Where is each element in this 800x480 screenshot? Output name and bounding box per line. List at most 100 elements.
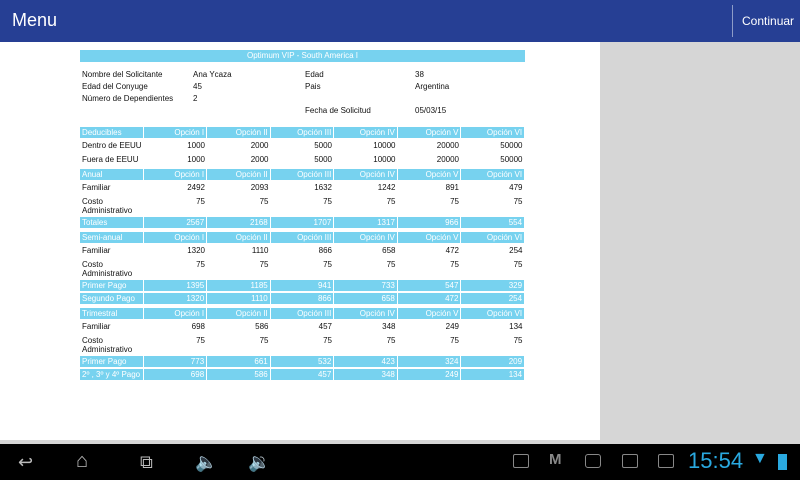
section-title: Deducibles [80,127,143,138]
continue-button[interactable]: Continuar [742,14,794,28]
cell-value: 75 [196,260,205,269]
total-row: Primer Pago 1395 1185 941 733 547 329 [80,280,525,292]
cell-value: 891 [445,183,459,192]
table-row: Dentro de EEUU 1000 2000 5000 10000 20000 5000… [80,140,525,152]
total-value: 532 [270,356,334,367]
volume-down-icon[interactable]: 🔈 [195,452,217,473]
cell-value: 5000 [314,141,332,150]
cell-value: 75 [259,260,269,269]
section-title: Trimestral [80,308,143,319]
column-header: Opción III [270,232,334,243]
cell-value: 50000 [500,141,523,150]
section-title: Anual [80,169,143,180]
app-title: Menu [12,10,58,30]
table-section: Semi-anual Opción I Opción II Opción III Opc… [80,232,525,305]
cell-value: 75 [513,260,523,269]
volume-up-icon[interactable]: 🔉 [248,452,270,473]
cell-value: 75 [323,197,332,206]
app-bar: Menu Continuar [0,0,800,42]
cell-value: 20000 [436,155,459,164]
cell-value: 586 [255,322,269,331]
column-header: Opción III [270,127,334,138]
table-header-row: Semi-anual Opción I Opción II Opción III Opc… [80,232,525,244]
row-label: Familiar [82,322,111,331]
total-value: 733 [334,280,397,291]
row-label: Dentro de EEUU [82,141,142,150]
gmail-icon[interactable]: M [549,451,562,468]
column-header: Opción V [397,169,461,180]
column-header: Opción III [270,308,334,319]
total-value: 329 [461,280,525,291]
briefcase-check-icon[interactable] [622,454,638,468]
total-label: 2º , 3º y 4º Pago [80,369,143,380]
total-label: Segundo Pago [80,293,143,304]
cell-value: 10000 [373,155,396,164]
home-icon[interactable]: ⌂ [76,450,88,473]
table-section: Anual Opción I Opción II Opción III Opción I… [80,169,525,229]
cell-value: 134 [509,322,523,331]
total-value: 254 [461,293,525,304]
age-label: Edad [305,70,324,79]
cell-value: 75 [259,336,269,345]
applicant-info: Nombre del Solicitante Ana Ycaza Edad 38… [80,62,525,124]
table-row: Costo Administrativo 75 75 75 75 75 75 [80,335,525,354]
cell-value: 75 [513,197,523,206]
total-row: Primer Pago 773 661 532 423 324 209 [80,356,525,368]
table-header-row: Trimestral Opción I Opción II Opción III Opc… [80,308,525,320]
total-value: 1707 [270,217,334,228]
row-label: Costo Administrativo [82,260,133,278]
cell-value: 254 [509,246,523,255]
system-nav-bar: ↩ ⌂ ⧉ 🔈 🔉 M 15:54 ▼ [0,444,800,480]
row-label: Costo Administrativo [82,197,133,215]
cell-value: 479 [509,183,523,192]
total-value: 1185 [207,280,270,291]
cell-value: 75 [450,260,459,269]
total-row: Totales 2567 2168 1707 1317 966 554 [80,217,525,229]
applicant-value: Ana Ycaza [193,70,232,79]
document-title: Optimum VIP - South America I [80,50,525,62]
cell-value: 472 [445,246,459,255]
column-header: Opción VI [461,169,525,180]
total-value: 866 [270,293,334,304]
cell-value: 1000 [187,141,205,150]
spouse-age-label: Edad del Conyuge [82,82,148,91]
cell-value: 20000 [436,141,459,150]
cell-value: 2492 [187,183,205,192]
briefcase-play-icon[interactable] [658,454,674,468]
dependents-value: 2 [193,94,198,103]
gallery-icon[interactable] [513,454,529,468]
cell-value: 2093 [250,183,269,192]
table-row: Costo Administrativo 75 75 75 75 75 75 [80,259,525,278]
cell-value: 75 [513,336,523,345]
total-value: 554 [461,217,525,228]
row-label: Familiar [82,246,111,255]
back-icon[interactable]: ↩ [18,452,33,473]
quote-document: Optimum VIP - South America I Nombre del… [80,50,525,382]
document-page: Optimum VIP - South America I Nombre del… [0,42,600,440]
cell-value: 2000 [250,155,269,164]
column-header: Opción II [207,169,270,180]
column-header: Opción IV [334,169,397,180]
total-value: 1317 [334,217,397,228]
total-label: Primer Pago [80,356,143,367]
table-header-row: Anual Opción I Opción II Opción III Opción I… [80,169,525,181]
table-section: Trimestral Opción I Opción II Opción III Opc… [80,308,525,381]
table-header-row: Deducibles Opción I Opción II Opción III Opc… [80,127,525,139]
total-row: 2º , 3º y 4º Pago 698 586 457 348 249 134 [80,369,525,381]
recent-apps-icon[interactable]: ⧉ [140,452,153,473]
total-value: 209 [461,356,525,367]
total-value: 547 [397,280,461,291]
date-value: 05/03/15 [415,106,447,115]
total-value: 698 [143,369,207,380]
column-header: Opción IV [334,232,397,243]
camera-icon[interactable] [585,454,601,468]
total-value: 941 [270,280,334,291]
total-value: 661 [207,356,270,367]
table-row: Familiar 1320 1110 866 658 472 254 [80,245,525,257]
total-value: 348 [334,369,397,380]
column-header: Opción V [397,308,461,319]
column-header: Opción II [207,232,270,243]
total-value: 658 [334,293,397,304]
dependents-label: Número de Dependientes [82,94,174,103]
column-header: Opción V [397,232,461,243]
